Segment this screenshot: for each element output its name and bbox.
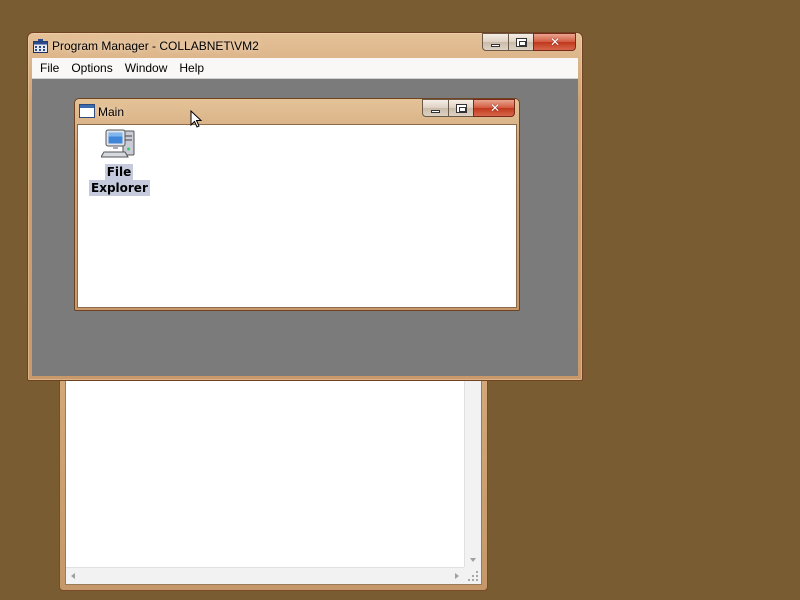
main-close-button[interactable]: ✕ [473, 99, 515, 117]
minimize-button[interactable] [482, 33, 508, 51]
horizontal-scrollbar[interactable] [66, 567, 464, 584]
computer-icon[interactable] [100, 127, 137, 160]
minimize-icon [431, 110, 440, 113]
close-icon: ✕ [489, 101, 501, 115]
window-icon[interactable] [79, 104, 95, 118]
menu-window[interactable]: Window [119, 59, 174, 78]
menu-options[interactable]: Options [65, 59, 118, 78]
program-item-label-line1: File [104, 164, 134, 180]
main-titlebar[interactable]: Main ✕ [75, 99, 519, 123]
close-button[interactable]: ✕ [533, 33, 576, 51]
program-item-file-explorer[interactable]: File Explorer [89, 127, 150, 196]
scroll-down-arrow-icon[interactable] [470, 558, 476, 562]
main-client-area: File Explorer [77, 124, 517, 308]
main-minimize-button[interactable] [422, 99, 448, 117]
maximize-icon [516, 38, 527, 47]
program-item-label-line2: Explorer [89, 180, 150, 196]
menu-file[interactable]: File [34, 59, 65, 78]
menu-help[interactable]: Help [173, 59, 210, 78]
program-manager-window: Program Manager - COLLABNET\VM2 ✕ File O… [27, 32, 583, 381]
close-icon: ✕ [549, 35, 561, 49]
main-maximize-button[interactable] [448, 99, 473, 117]
scroll-right-arrow-icon[interactable] [455, 573, 459, 579]
mouse-pointer-icon [190, 110, 202, 128]
background-window-client [65, 379, 482, 585]
maximize-button[interactable] [508, 33, 533, 51]
scroll-left-arrow-icon[interactable] [71, 573, 75, 579]
maximize-icon [456, 104, 467, 113]
program-manager-titlebar[interactable]: Program Manager - COLLABNET\VM2 ✕ [28, 33, 582, 58]
main-caption-buttons: ✕ [422, 99, 515, 117]
program-manager-caption-buttons: ✕ [482, 33, 576, 51]
minimize-icon [491, 44, 500, 47]
main-title: Main [98, 105, 125, 119]
program-manager-icon[interactable] [33, 39, 48, 53]
resize-grip-icon[interactable] [464, 567, 481, 584]
menu-bar: File Options Window Help [32, 58, 578, 79]
background-window [59, 368, 488, 591]
program-manager-title: Program Manager - COLLABNET\VM2 [52, 39, 259, 53]
main-group-window: Main ✕ File Explorer [74, 98, 520, 311]
vertical-scrollbar[interactable] [464, 380, 481, 567]
